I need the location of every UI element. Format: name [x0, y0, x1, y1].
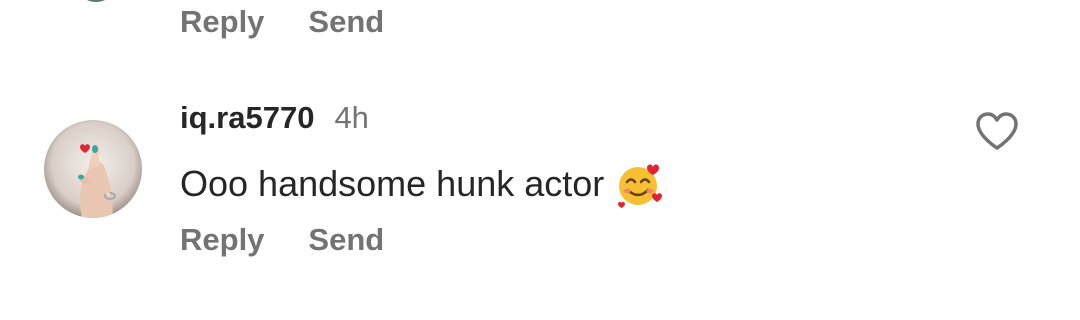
avatar[interactable] [44, 120, 142, 218]
username[interactable]: iq.ra5770 [180, 100, 314, 136]
comment-text: Ooo handsome hunk actor [180, 163, 605, 204]
avatar-image [44, 120, 142, 218]
send-button[interactable]: Send [308, 4, 384, 40]
comment-actions: Reply Send [180, 222, 384, 258]
previous-comment-avatar[interactable] [78, 0, 114, 2]
heart-outline-icon[interactable] [974, 110, 1020, 152]
previous-comment-actions: Reply Send [180, 4, 384, 40]
reply-button[interactable]: Reply [180, 222, 264, 258]
smiling-face-with-hearts-icon [618, 164, 663, 208]
reply-button[interactable]: Reply [180, 4, 264, 40]
comment-header: iq.ra5770 4h [180, 100, 369, 136]
send-button[interactable]: Send [308, 222, 384, 258]
comment-body: Ooo handsome hunk actor [180, 160, 664, 208]
comment-time: 4h [334, 100, 369, 135]
comments-view: Reply Send iq.ra5770 4h Ooo handsome hun… [0, 0, 1080, 320]
